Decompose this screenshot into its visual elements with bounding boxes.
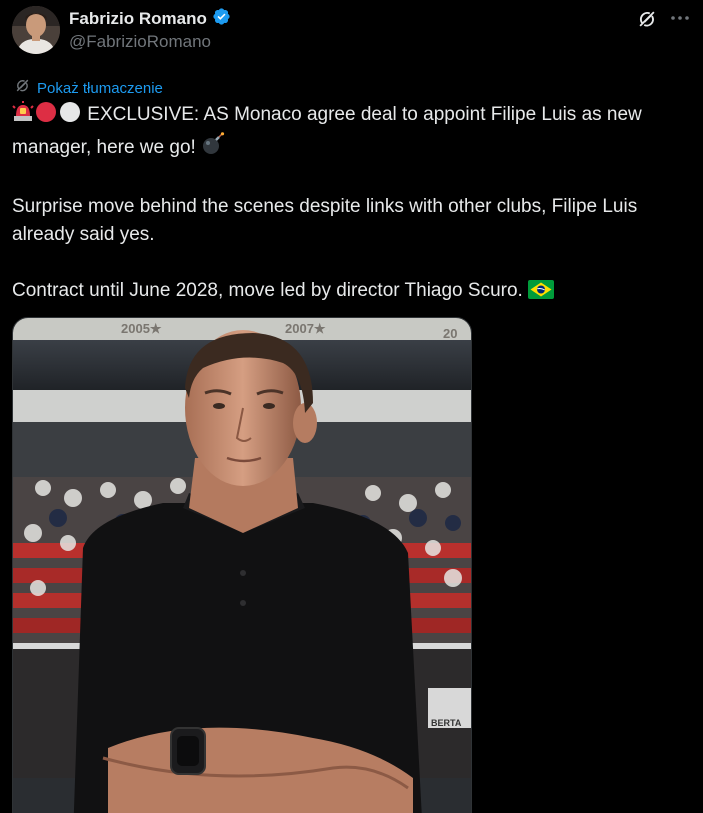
- banner-text-2007: 2007★: [285, 321, 326, 336]
- red-circle-emoji: [34, 101, 58, 132]
- brazil-flag-emoji: [528, 280, 555, 308]
- translate-icon: [14, 77, 31, 99]
- tweet-text: EXCLUSIVE: AS Monaco agree deal to appoi…: [12, 101, 682, 336]
- tweet-paragraph-2: Surprise move behind the scenes despite …: [12, 196, 638, 245]
- white-circle-emoji: [58, 101, 82, 132]
- tweet-paragraph-1: EXCLUSIVE: AS Monaco agree deal to appoi…: [12, 101, 682, 165]
- tweet-photo[interactable]: 2005★ 2007★ 20 BERTA: [12, 317, 472, 813]
- avatar[interactable]: [12, 6, 60, 54]
- tweet-line-3: Contract until June 2028, move led by di…: [12, 280, 523, 301]
- grok-icon[interactable]: [636, 8, 658, 30]
- verified-badge-icon: [212, 7, 231, 31]
- banner-text-2005: 2005★: [121, 321, 162, 336]
- display-name[interactable]: Fabrizio Romano: [69, 9, 207, 29]
- tweet-paragraph-3: Contract until June 2028, move led by di…: [12, 277, 682, 308]
- show-translation-link[interactable]: Pokaż tłumaczenie: [14, 77, 163, 99]
- tweet-line-1: EXCLUSIVE: AS Monaco agree deal to appoi…: [12, 104, 642, 158]
- user-name-row[interactable]: Fabrizio Romano: [69, 7, 231, 31]
- translate-label[interactable]: Pokaż tłumaczenie: [37, 80, 163, 97]
- user-handle[interactable]: @FabrizioRomano: [69, 32, 211, 52]
- banner-text-20: 20: [443, 326, 457, 341]
- more-icon[interactable]: [668, 6, 692, 30]
- siren-emoji: [12, 101, 34, 132]
- tweet: Fabrizio Romano @FabrizioRomano Pokaż tł…: [0, 0, 703, 813]
- bomb-emoji: [201, 132, 225, 165]
- board-text: BERTA: [431, 718, 462, 728]
